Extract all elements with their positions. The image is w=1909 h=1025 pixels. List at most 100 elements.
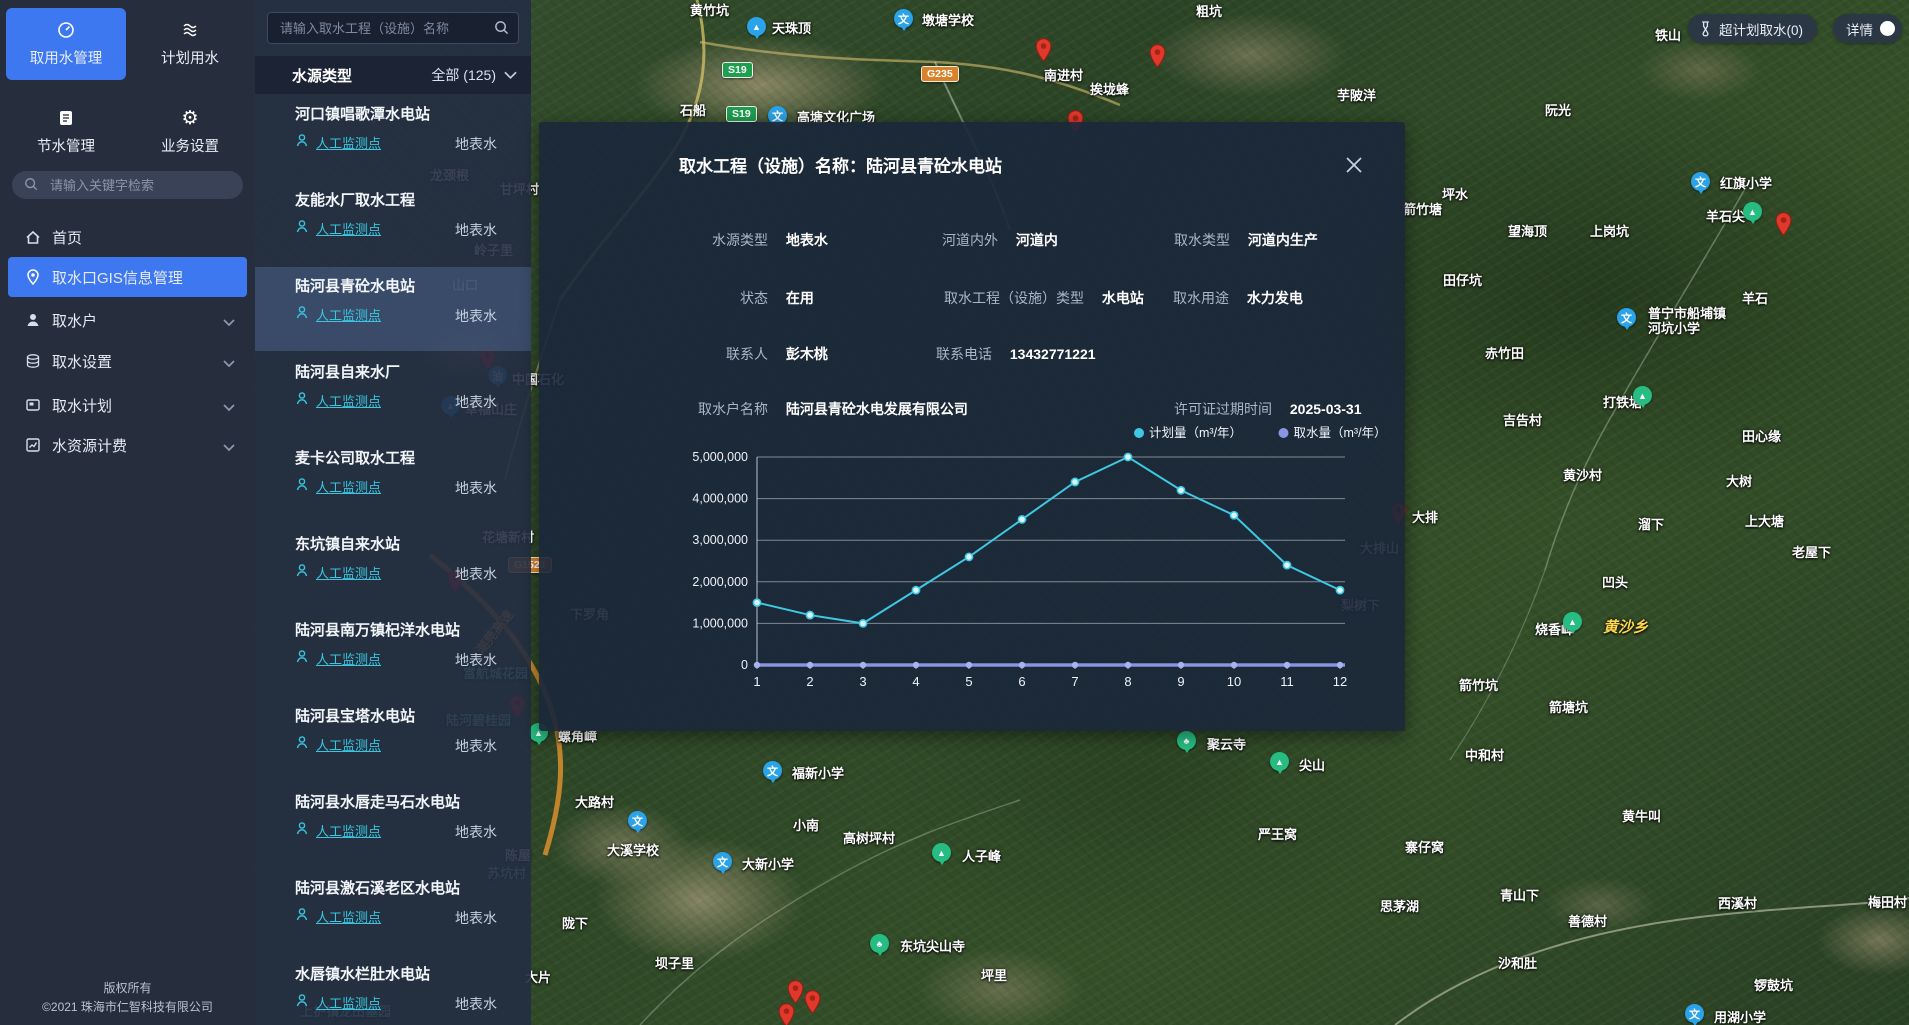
toggle-knob[interactable]	[1880, 21, 1895, 36]
map-marker-tree[interactable]: ♣	[870, 934, 889, 953]
map-marker-green[interactable]: ▲	[932, 843, 951, 862]
list-item[interactable]: 陆河县南万镇杞洋水电站 人工监测点 地表水	[255, 611, 531, 695]
svg-text:6: 6	[1018, 674, 1025, 689]
detail-toggle[interactable]: 详情	[1833, 14, 1902, 43]
svg-text:7: 7	[1071, 674, 1078, 689]
map-label: 锣鼓坑	[1754, 978, 1793, 993]
close-icon[interactable]	[1343, 154, 1365, 176]
doc-icon	[57, 108, 75, 128]
list-item[interactable]: 东坑镇自来水站 人工监测点 地表水	[255, 525, 531, 609]
list-item[interactable]: 水唇镇水栏肚水电站 人工监测点 地表水	[255, 955, 531, 1025]
water-type: 地表水	[455, 908, 497, 928]
water-type: 地表水	[455, 650, 497, 670]
nav-tile-取用水管理[interactable]: 取用水管理	[6, 8, 126, 80]
map-label: 黄沙乡	[1603, 620, 1648, 635]
map-label: 田心缘	[1742, 429, 1781, 444]
map-label: 芋陂洋	[1337, 88, 1376, 103]
person-icon	[295, 735, 309, 754]
map-marker-green[interactable]: ▲	[1270, 752, 1289, 771]
list-item[interactable]: 麦卡公司取水工程 人工监测点 地表水	[255, 439, 531, 523]
map-marker-red[interactable]	[778, 1003, 795, 1025]
list-item[interactable]: 陆河县青砼水电站 人工监测点 地表水	[255, 267, 531, 351]
monitor-tag[interactable]: 人工监测点	[316, 219, 381, 238]
field-value: 陆河县青砼水电发展有限公司	[786, 401, 968, 417]
monitor-tag[interactable]: 人工监测点	[316, 735, 381, 754]
list-item[interactable]: 陆河县自来水厂 人工监测点 地表水	[255, 353, 531, 437]
map-marker-red[interactable]	[1149, 44, 1166, 73]
chevron-down-icon[interactable]	[223, 314, 235, 331]
map-marker-school[interactable]: 文	[894, 9, 913, 28]
sidebar-item-水资源计费[interactable]: 水资源计费	[0, 425, 255, 465]
sidebar-item-取水口GIS信息管理[interactable]: 取水口GIS信息管理	[0, 257, 255, 297]
chevron-down-icon[interactable]	[223, 439, 235, 456]
sidebar-item-取水户[interactable]: 取水户	[0, 300, 255, 340]
svg-text:3: 3	[859, 674, 866, 689]
nav-tile-计划用水[interactable]: 计划用水	[130, 8, 250, 80]
search-icon[interactable]	[494, 20, 509, 35]
nav-tile-节水管理[interactable]: 节水管理	[6, 96, 126, 168]
field-label: 许可证过期时间	[1074, 399, 1272, 419]
intake-search-input[interactable]	[267, 12, 519, 44]
person-icon	[295, 907, 309, 926]
over-plan-intake-button[interactable]: 超计划取水(0)	[1688, 14, 1817, 43]
map-marker-school[interactable]: 文	[1685, 1004, 1704, 1023]
chevron-down-icon[interactable]	[504, 71, 517, 80]
nav-tile-业务设置[interactable]: ⚙ 业务设置	[130, 96, 250, 168]
field-河道内外: 河道内外 河道内	[800, 230, 1058, 250]
water-type: 地表水	[455, 994, 497, 1014]
monitor-tag[interactable]: 人工监测点	[316, 305, 381, 324]
list-item[interactable]: 陆河县激石溪老区水电站 人工监测点 地表水	[255, 869, 531, 953]
person-icon	[295, 133, 309, 152]
person-icon	[295, 993, 309, 1012]
monitor-tag[interactable]: 人工监测点	[316, 477, 381, 496]
list-item[interactable]: 陆河县宝塔水电站 人工监测点 地表水	[255, 697, 531, 781]
monitor-tag[interactable]: 人工监测点	[316, 993, 381, 1012]
field-value: 水力发电	[1247, 290, 1303, 306]
field-联系电话: 联系电话 13432771221	[794, 344, 1096, 364]
map-marker-red[interactable]	[1775, 212, 1792, 241]
map-label: 羊石尖	[1706, 209, 1745, 224]
sidebar-item-取水设置[interactable]: 取水设置	[0, 341, 255, 381]
list-item[interactable]: 陆河县水唇走马石水电站 人工监测点 地表水	[255, 783, 531, 867]
gear-icon: ⚙	[181, 108, 198, 128]
list-item[interactable]: 友能水厂取水工程 人工监测点 地表水	[255, 181, 531, 265]
field-label: 取水类型	[1032, 230, 1230, 250]
map-marker-green[interactable]: ▲	[1633, 386, 1652, 405]
intake-name: 陆河县激石溪老区水电站	[295, 877, 460, 898]
map-label: 普宁市船埔镇 河坑小学	[1648, 306, 1726, 336]
map-marker-school[interactable]: 文	[713, 852, 732, 871]
monitor-tag[interactable]: 人工监测点	[316, 907, 381, 926]
sidebar-item-取水计划[interactable]: 取水计划	[0, 385, 255, 425]
map-marker-green[interactable]: ▲	[1743, 202, 1762, 221]
monitor-tag[interactable]: 人工监测点	[316, 391, 381, 410]
map-label: 梅田村	[1868, 895, 1907, 910]
monitor-tag[interactable]: 人工监测点	[316, 649, 381, 668]
monitor-tag[interactable]: 人工监测点	[316, 821, 381, 840]
map-marker-school[interactable]: 文	[763, 761, 782, 780]
nav-tile-label: 取用水管理	[30, 47, 103, 68]
map-label: 大树	[1726, 474, 1752, 489]
map-marker-green[interactable]: ▲	[1563, 612, 1582, 631]
keyword-search-input[interactable]	[12, 171, 243, 199]
sidebar-item-首页[interactable]: 首页	[0, 217, 255, 257]
chevron-down-icon[interactable]	[223, 355, 235, 372]
map-marker-red[interactable]	[1035, 38, 1052, 67]
map-marker-school[interactable]: 文	[628, 811, 647, 830]
map-marker-tree[interactable]: ♣	[1177, 731, 1196, 750]
monitor-tag[interactable]: 人工监测点	[316, 563, 381, 582]
monitor-tag[interactable]: 人工监测点	[316, 133, 381, 152]
map-label: 中和村	[1465, 748, 1504, 763]
map-label: 沙和肚	[1498, 956, 1537, 971]
map-label: 小南	[793, 818, 819, 833]
map-label: 石船	[680, 103, 706, 118]
water-type: 地表水	[455, 822, 497, 842]
pin-glyph: ▲	[1748, 207, 1757, 217]
water-source-filter-header[interactable]: 水源类型 全部 (125)	[255, 56, 531, 94]
list-item[interactable]: 河口镇唱歌潭水电站 人工监测点 地表水	[255, 95, 531, 179]
map-marker-school[interactable]: 文	[1617, 308, 1636, 327]
map-marker-red[interactable]	[804, 990, 821, 1019]
map-marker-blue[interactable]: ▲	[747, 17, 766, 36]
filter-value[interactable]: 全部 (125)	[431, 65, 496, 85]
chevron-down-icon[interactable]	[223, 399, 235, 416]
map-marker-school[interactable]: 文	[1691, 172, 1710, 191]
